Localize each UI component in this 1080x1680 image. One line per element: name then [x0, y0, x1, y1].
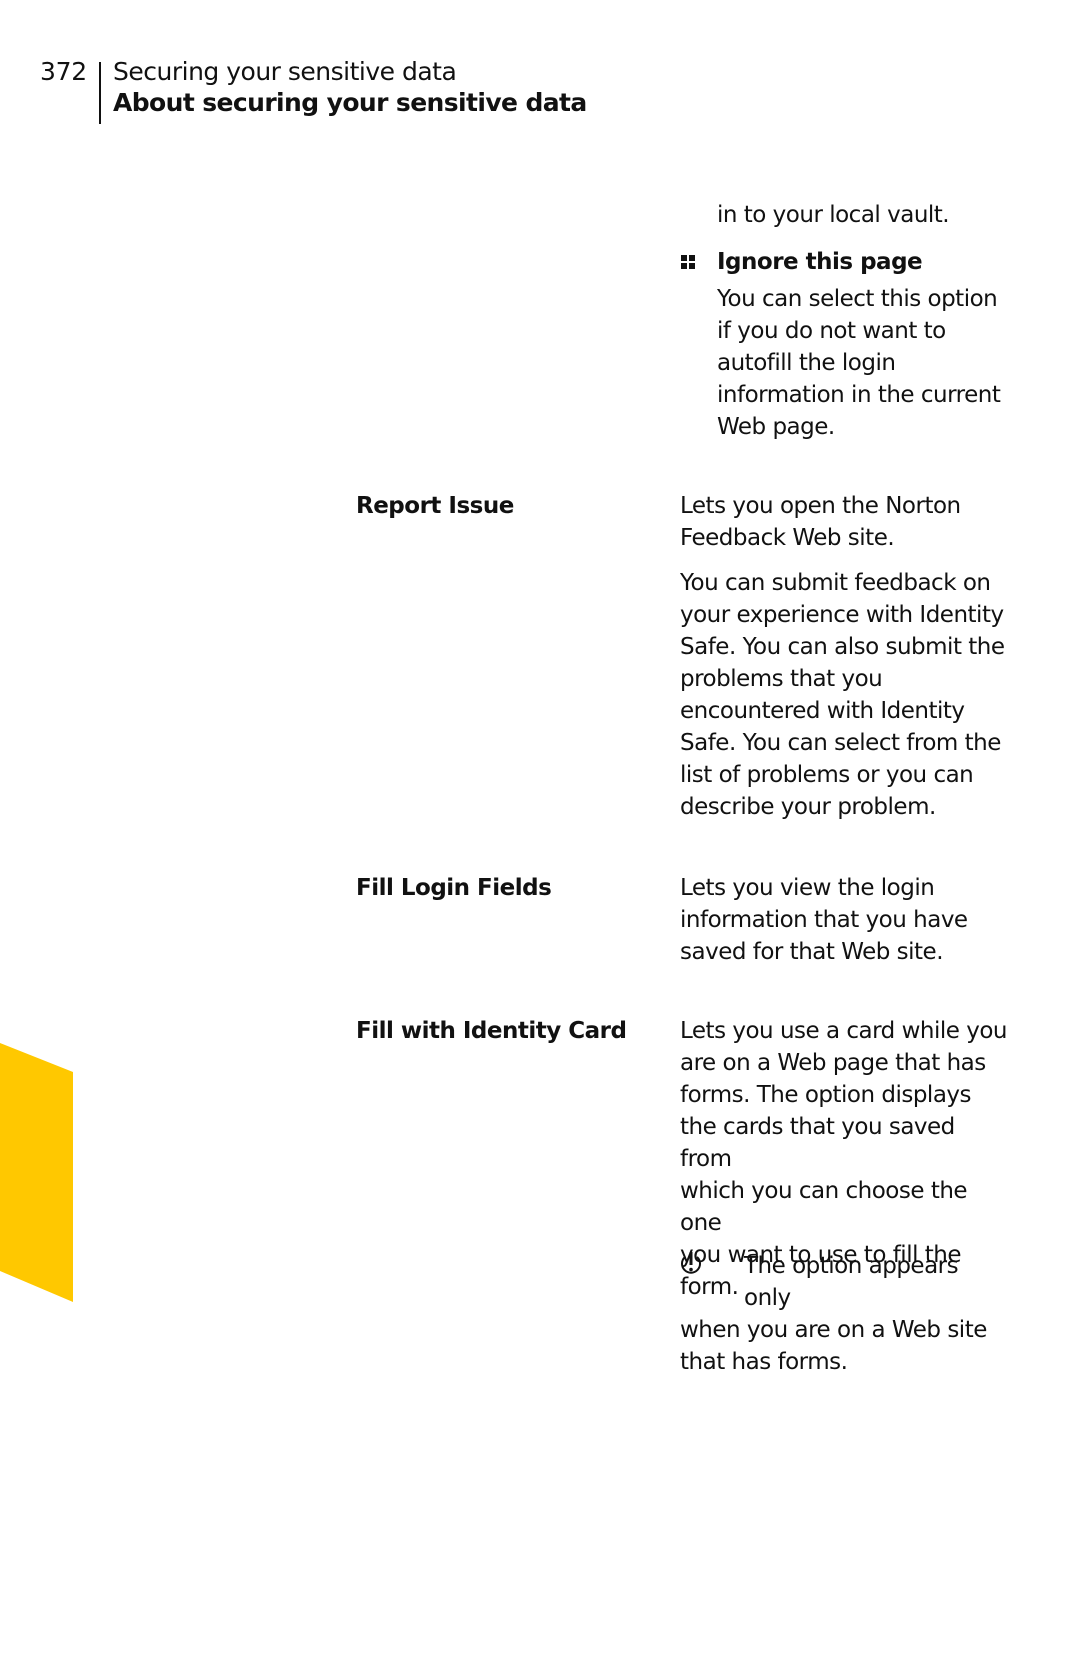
- row-description-report-issue: Lets you open the Norton Feedback Web si…: [680, 490, 1010, 823]
- row-description-fill-login-fields: Lets you view the login information that…: [680, 872, 1010, 968]
- text-line: Web page.: [717, 414, 835, 440]
- text-line: Safe. You can also submit the: [680, 634, 1005, 660]
- text-line: You can select this option: [717, 286, 998, 312]
- text-line: which you can choose the one: [680, 1178, 968, 1236]
- bullet-description: You can select this option if you do not…: [717, 283, 1017, 443]
- row-label-report-issue: Report Issue: [356, 493, 514, 519]
- text-line: the cards that you saved from: [680, 1114, 955, 1172]
- text-line: Lets you view the login: [680, 875, 935, 901]
- text-line: Lets you use a card while you: [680, 1018, 1007, 1044]
- section-title: About securing your sensitive data: [113, 88, 587, 117]
- text-line: describe your problem.: [680, 794, 936, 820]
- chapter-title: Securing your sensitive data: [113, 57, 457, 86]
- text-line: Feedback Web site.: [680, 525, 895, 551]
- page-number: 372: [40, 57, 87, 86]
- text-line: autofill the login: [717, 350, 896, 376]
- text-line: your experience with Identity: [680, 602, 1004, 628]
- bullet-title: Ignore this page: [717, 249, 923, 275]
- text-line: list of problems or you can: [680, 762, 974, 788]
- text-line: encountered with Identity: [680, 698, 965, 724]
- text-line: are on a Web page that has: [680, 1050, 986, 1076]
- text-line: saved for that Web site.: [680, 939, 944, 965]
- text-line: Safe. You can select from the: [680, 730, 1001, 756]
- note-text: The option appears only when you are on …: [680, 1250, 1010, 1378]
- header-divider: [99, 62, 101, 124]
- text-line: You can submit feedback on: [680, 570, 991, 596]
- row-label-fill-login-fields: Fill Login Fields: [356, 875, 552, 901]
- text-line: when you are on a Web site: [680, 1317, 987, 1343]
- text-line: The option appears only: [744, 1253, 959, 1311]
- square-bullet-icon: [681, 255, 696, 270]
- text-line: forms. The option displays: [680, 1082, 972, 1108]
- continuation-text: in to your local vault.: [717, 202, 950, 228]
- row-label-fill-with-identity-card: Fill with Identity Card: [356, 1018, 627, 1044]
- text-line: that has forms.: [680, 1349, 848, 1375]
- text-line: information in the current: [717, 382, 1001, 408]
- chapter-tab-marker: [0, 1043, 73, 1302]
- text-line: information that you have: [680, 907, 968, 933]
- text-line: if you do not want to: [717, 318, 946, 344]
- text-line: Lets you open the Norton: [680, 493, 961, 519]
- text-line: problems that you: [680, 666, 883, 692]
